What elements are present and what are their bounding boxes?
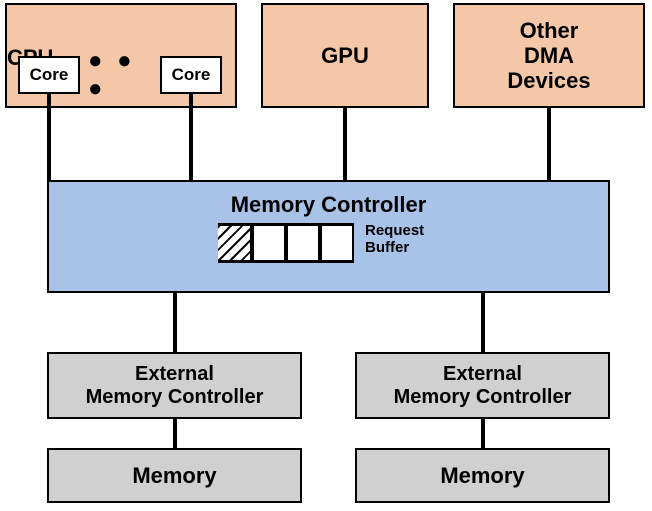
request-buffer-slot bbox=[286, 226, 320, 260]
ext-ctrl-label: External Memory Controller bbox=[86, 363, 264, 409]
memory-2: Memory bbox=[355, 448, 610, 503]
connector bbox=[481, 293, 485, 352]
request-buffer-slot bbox=[252, 226, 286, 260]
connector bbox=[47, 94, 51, 180]
memory-1: Memory bbox=[47, 448, 302, 503]
memory-controller-label: Memory Controller bbox=[231, 192, 427, 218]
request-buffer-slot bbox=[320, 226, 354, 260]
connector bbox=[547, 108, 551, 180]
request-buffer bbox=[218, 223, 354, 263]
memory-label: Memory bbox=[440, 463, 524, 489]
cpu-core-1: Core bbox=[18, 56, 80, 94]
connector bbox=[189, 94, 193, 180]
other-dma-block: Other DMA Devices bbox=[453, 3, 645, 108]
architecture-diagram: CPU Core ● ● ● Core GPU Other DMA Device… bbox=[0, 0, 652, 511]
external-memory-controller-1: External Memory Controller bbox=[47, 352, 302, 419]
cpu-core-ellipsis: ● ● ● bbox=[88, 56, 154, 94]
core-label: Core bbox=[172, 65, 211, 85]
gpu-block: GPU bbox=[261, 3, 429, 108]
core-label: Core bbox=[30, 65, 69, 85]
external-memory-controller-2: External Memory Controller bbox=[355, 352, 610, 419]
connector bbox=[173, 419, 177, 448]
request-buffer-label: Request Buffer bbox=[365, 223, 424, 256]
other-dma-label: Other DMA Devices bbox=[507, 18, 590, 94]
connector bbox=[173, 293, 177, 352]
request-buffer-slot-filled bbox=[218, 226, 252, 260]
memory-label: Memory bbox=[132, 463, 216, 489]
cpu-core-n: Core bbox=[160, 56, 222, 94]
connector bbox=[481, 419, 485, 448]
ext-ctrl-label: External Memory Controller bbox=[394, 363, 572, 409]
connector bbox=[343, 108, 347, 180]
gpu-label: GPU bbox=[321, 43, 369, 69]
